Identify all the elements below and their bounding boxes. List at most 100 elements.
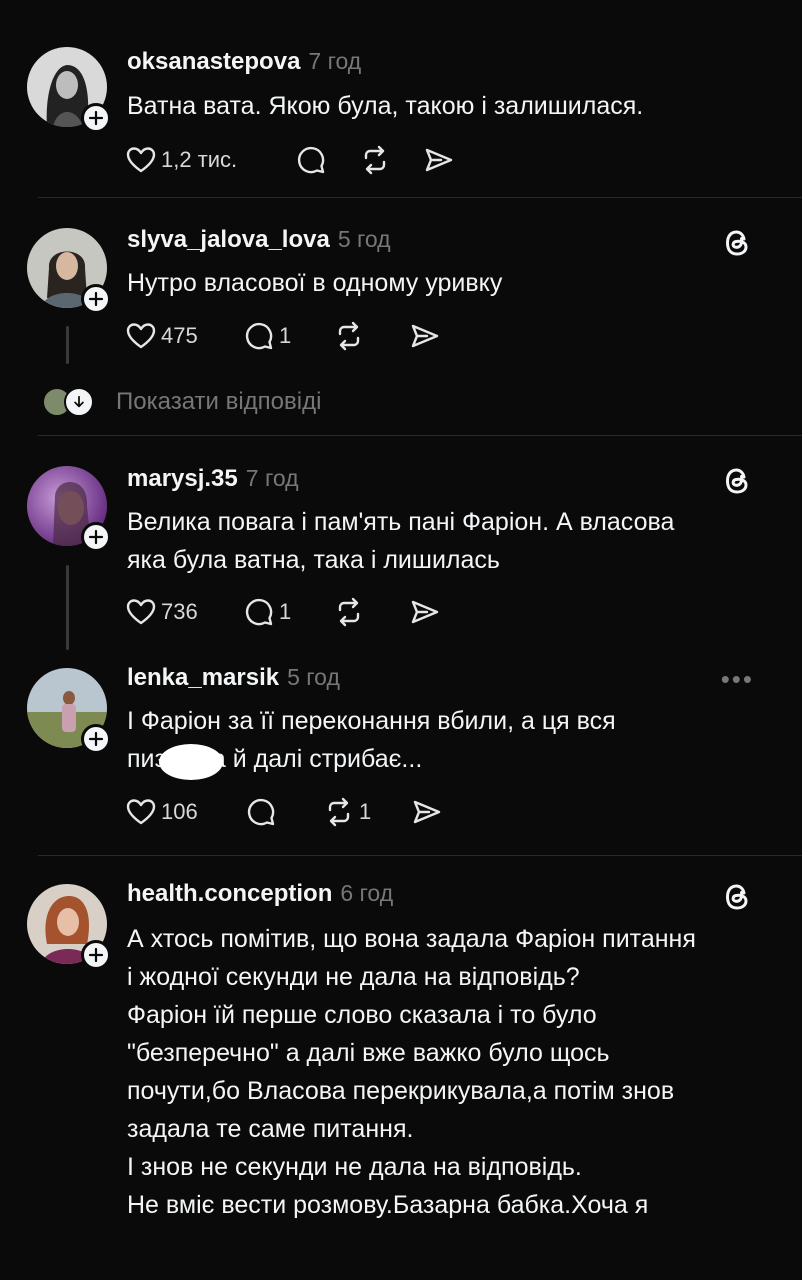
- repost-icon: [338, 321, 360, 351]
- repost-button[interactable]: [333, 596, 409, 628]
- divider: [38, 197, 802, 198]
- timestamp: 5 год: [337, 226, 391, 252]
- share-button[interactable]: [409, 320, 441, 352]
- avatar[interactable]: [27, 228, 111, 314]
- like-button[interactable]: 106: [125, 796, 245, 828]
- like-count: 736: [161, 599, 198, 624]
- timestamp: 6 год: [340, 880, 394, 906]
- action-bar: 106 1: [125, 792, 443, 832]
- post-text-line: Нутро власової в одному уривку: [127, 269, 503, 297]
- like-button[interactable]: 1,2 тис.: [125, 144, 295, 176]
- divider: [38, 855, 802, 856]
- timestamp: 5 год: [287, 664, 340, 690]
- reply-count: 1: [279, 323, 292, 348]
- post-text: І Фаріон за її переконання вбили, а ця в…: [127, 702, 767, 780]
- post-text: Ватна вата. Якою була, такою і залишилас…: [127, 87, 767, 125]
- share-button[interactable]: [423, 144, 455, 176]
- username[interactable]: slyva_jalova_lova: [127, 226, 330, 254]
- username[interactable]: health.conception: [127, 880, 332, 908]
- post-text-line-redacted: пиз та й далі стрибає...: [127, 740, 767, 780]
- action-bar: 475 1: [125, 316, 441, 356]
- follow-plus-icon[interactable]: [81, 940, 111, 970]
- avatar[interactable]: [27, 668, 111, 754]
- timestamp: 7 год: [245, 465, 299, 491]
- comment-button[interactable]: 1: [243, 596, 333, 628]
- follow-plus-icon[interactable]: [81, 724, 111, 754]
- show-replies-row[interactable]: Показати відповіді: [42, 384, 321, 420]
- comment-icon: [297, 146, 325, 174]
- avatar[interactable]: [27, 466, 111, 552]
- heart-icon: [126, 323, 156, 349]
- repost-icon: [328, 797, 350, 827]
- thread-line: [66, 326, 69, 364]
- redaction-blob: [159, 744, 223, 780]
- post-header: oksanastepova 7 год: [127, 48, 361, 88]
- repost-icon: [364, 145, 386, 175]
- action-bar: 1,2 тис.: [125, 140, 455, 180]
- post-text: Нутро власової в одному уривку: [127, 264, 767, 302]
- like-button[interactable]: 736: [125, 596, 243, 628]
- timestamp: 7 год: [308, 48, 362, 74]
- like-count: 475: [161, 323, 198, 348]
- show-replies-label[interactable]: Показати відповіді: [116, 388, 321, 416]
- username[interactable]: lenka_marsik: [127, 664, 279, 692]
- divider: [38, 435, 802, 436]
- post-text: Велика повага і пам'ять пані Фаріон. А в…: [127, 503, 767, 579]
- post-text-line: задала те саме питання.: [127, 1115, 414, 1143]
- share-icon: [425, 148, 453, 172]
- share-button[interactable]: [409, 596, 441, 628]
- like-button[interactable]: 475: [125, 320, 243, 352]
- repost-button[interactable]: [333, 320, 409, 352]
- share-icon: [413, 800, 441, 824]
- username[interactable]: oksanastepova: [127, 48, 300, 76]
- post-text-line: яка була ватна, така і лишилась: [127, 546, 500, 574]
- comment-icon: [245, 322, 273, 350]
- post-header: marysj.35 7 год: [127, 465, 299, 505]
- comment-button[interactable]: [295, 144, 359, 176]
- reply-count: 1: [279, 599, 292, 624]
- threads-logo-icon[interactable]: [720, 880, 754, 914]
- post-header: slyva_jalova_lova 5 год: [127, 226, 391, 266]
- post-header: lenka_marsik 5 год: [127, 664, 340, 704]
- comment-icon: [245, 598, 273, 626]
- repost-button[interactable]: 1: [323, 796, 411, 828]
- username[interactable]: marysj.35: [127, 465, 238, 493]
- like-count: 1,2 тис.: [161, 147, 238, 172]
- follow-plus-icon[interactable]: [81, 284, 111, 314]
- repost-count: 1: [359, 799, 372, 824]
- post-text-line: Фаріон їй перше слово сказала і то було: [127, 1001, 597, 1029]
- post-text-line: і жодної секунди не дала на відповідь?: [127, 963, 580, 991]
- repost-button[interactable]: [359, 144, 423, 176]
- post-text-line: І Фаріон за її переконання вбили, а ця в…: [127, 707, 616, 735]
- share-button[interactable]: [411, 796, 443, 828]
- comment-button[interactable]: [245, 796, 323, 828]
- threads-logo-icon[interactable]: [720, 464, 754, 498]
- post-text-line: Не вміє вести розмову.Базарна бабка.Хоча…: [127, 1191, 649, 1219]
- more-icon[interactable]: •••: [721, 664, 754, 695]
- post-text-line: І знов не секунди не дала на відповідь.: [127, 1153, 582, 1181]
- heart-icon: [126, 147, 156, 173]
- share-icon: [411, 600, 439, 624]
- post-text-line: А хтось помітив, що вона задала Фаріон п…: [127, 925, 696, 953]
- threads-logo-icon[interactable]: [720, 226, 754, 260]
- comment-icon: [247, 798, 275, 826]
- post-text-line: Ватна вата. Якою була, такою і залишилас…: [127, 92, 644, 120]
- share-icon: [411, 324, 439, 348]
- post-text-line: Велика повага і пам'ять пані Фаріон. А в…: [127, 508, 675, 536]
- comment-button[interactable]: 1: [243, 320, 333, 352]
- post-text: А хтось помітив, що вона задала Фаріон п…: [127, 920, 767, 1224]
- avatar[interactable]: [27, 884, 111, 970]
- follow-plus-icon[interactable]: [81, 522, 111, 552]
- heart-icon: [126, 799, 156, 825]
- repost-icon: [338, 597, 360, 627]
- post-text-line: почути,бо Власова перекрикувала,а потім …: [127, 1077, 675, 1105]
- post-text-line: "безперечно" а далі вже важко було щось: [127, 1039, 610, 1067]
- action-bar: 736 1: [125, 592, 441, 632]
- arrow-down-icon: [64, 387, 94, 417]
- post-header: health.conception 6 год: [127, 880, 393, 920]
- thread-line: [66, 565, 69, 650]
- heart-icon: [126, 599, 156, 625]
- avatar[interactable]: [27, 47, 111, 133]
- follow-plus-icon[interactable]: [81, 103, 111, 133]
- like-count: 106: [161, 799, 198, 824]
